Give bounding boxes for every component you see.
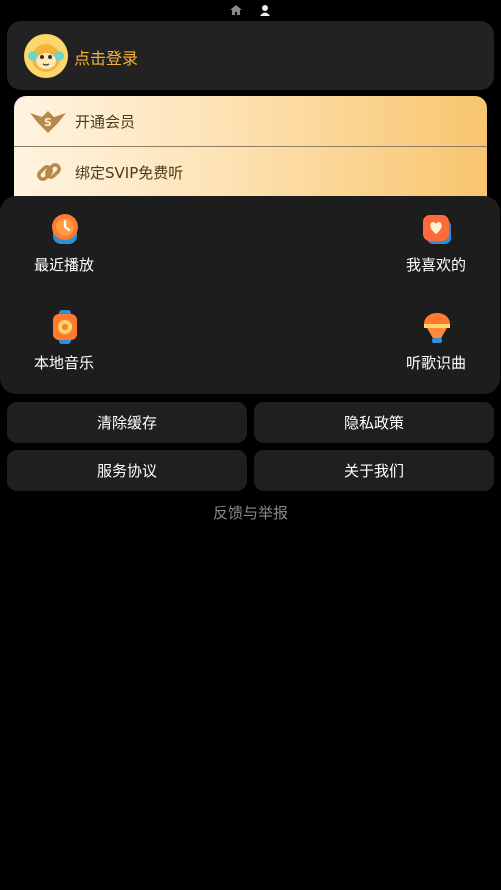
shortcut-favorites[interactable]: 我喜欢的 — [391, 212, 481, 292]
open-vip-row[interactable]: S 开通会员 — [14, 96, 487, 146]
privacy-policy-button[interactable]: 隐私政策 — [254, 402, 494, 443]
bind-svip-row[interactable]: 绑定SVIP免费听 — [14, 147, 487, 197]
svip-badge-icon: S — [30, 111, 66, 133]
link-icon — [37, 163, 61, 181]
feedback-link[interactable]: 反馈与举报 — [0, 502, 501, 523]
shortcut-local-music[interactable]: 本地音乐 — [19, 310, 109, 390]
open-vip-label: 开通会员 — [75, 113, 136, 131]
shortcut-recent-label: 最近播放 — [33, 256, 94, 274]
about-us-button[interactable]: 关于我们 — [254, 450, 494, 491]
svg-text:S: S — [44, 116, 52, 129]
bind-svip-label: 绑定SVIP免费听 — [75, 164, 184, 182]
heart-icon — [423, 215, 451, 244]
shortcut-recognize-song[interactable]: 听歌识曲 — [391, 310, 481, 390]
shortcut-favorites-label: 我喜欢的 — [405, 256, 466, 274]
recognize-song-icon — [424, 313, 450, 343]
home-icon[interactable] — [229, 3, 243, 17]
clock-icon — [52, 214, 78, 244]
login-card[interactable]: 点击登录 — [7, 21, 494, 90]
shortcuts-card: 最近播放 我喜欢的 本地音乐 听歌识曲 — [0, 196, 500, 394]
login-label[interactable]: 点击登录 — [74, 45, 138, 69]
top-bar — [0, 0, 501, 20]
local-music-icon — [53, 310, 77, 344]
user-icon[interactable] — [258, 3, 272, 17]
service-agreement-button[interactable]: 服务协议 — [7, 450, 247, 491]
shortcut-recognize-song-label: 听歌识曲 — [405, 354, 466, 372]
monkey-avatar-icon — [24, 34, 68, 78]
vip-card: S 开通会员 绑定SVIP免费听 — [14, 96, 487, 206]
clear-cache-button[interactable]: 清除缓存 — [7, 402, 247, 443]
shortcut-local-music-label: 本地音乐 — [33, 354, 94, 372]
shortcut-recent[interactable]: 最近播放 — [19, 212, 109, 292]
